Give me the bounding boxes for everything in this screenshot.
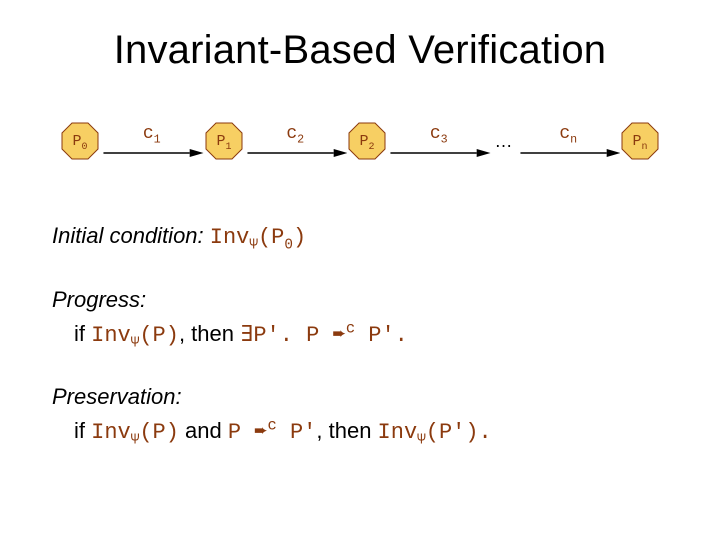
node-p0: P0 [60, 121, 100, 161]
arrow-icon [100, 148, 204, 158]
arrow-icon [387, 148, 491, 158]
arrow-icon [244, 148, 348, 158]
node-p0-label: P [72, 133, 81, 150]
preservation-label: Preservation: [52, 384, 182, 409]
octagon-icon: P2 [347, 121, 387, 161]
arrow-cn-label: cn [559, 124, 577, 147]
arrow-c1-label: c1 [143, 124, 161, 147]
node-p1: P1 [204, 121, 244, 161]
initial-label: Initial condition: [52, 223, 204, 248]
octagon-icon: Pn [620, 121, 660, 161]
preservation-line: if InvΨ(P) and P ➨c P', then InvΨ(P'). [74, 418, 492, 443]
arrow-c2: c2 [244, 124, 348, 159]
slide: Invariant-Based Verification P0 c1 [0, 0, 720, 540]
arrow-icon [517, 148, 621, 158]
arrow-c2-label: c2 [286, 124, 304, 147]
progress-line: if InvΨ(P), then ∃P'. P ➨c P'. [74, 321, 408, 346]
ellipsis: … [491, 131, 517, 152]
body-text: Initial condition: InvΨ(P0) Progress: if… [52, 219, 668, 452]
arrow-c3: c3 [387, 124, 491, 159]
node-p2: P2 [347, 121, 387, 161]
progress-block: Progress: if InvΨ(P), then ∃P'. P ➨c P'. [52, 283, 668, 355]
arrow-c1: c1 [100, 124, 204, 159]
arrow-cn: cn [517, 124, 621, 159]
octagon-icon: P1 [204, 121, 244, 161]
preservation-block: Preservation: if InvΨ(P) and P ➨c P', th… [52, 380, 668, 452]
progress-label: Progress: [52, 287, 146, 312]
slide-title: Invariant-Based Verification [52, 28, 668, 73]
octagon-icon: P0 [60, 121, 100, 161]
transition-diagram: P0 c1 P1 c2 [60, 121, 660, 161]
initial-expr: InvΨ(P0) [210, 225, 306, 250]
node-pn: Pn [620, 121, 660, 161]
initial-condition: Initial condition: InvΨ(P0) [52, 219, 668, 257]
arrow-c3-label: c3 [430, 124, 448, 147]
